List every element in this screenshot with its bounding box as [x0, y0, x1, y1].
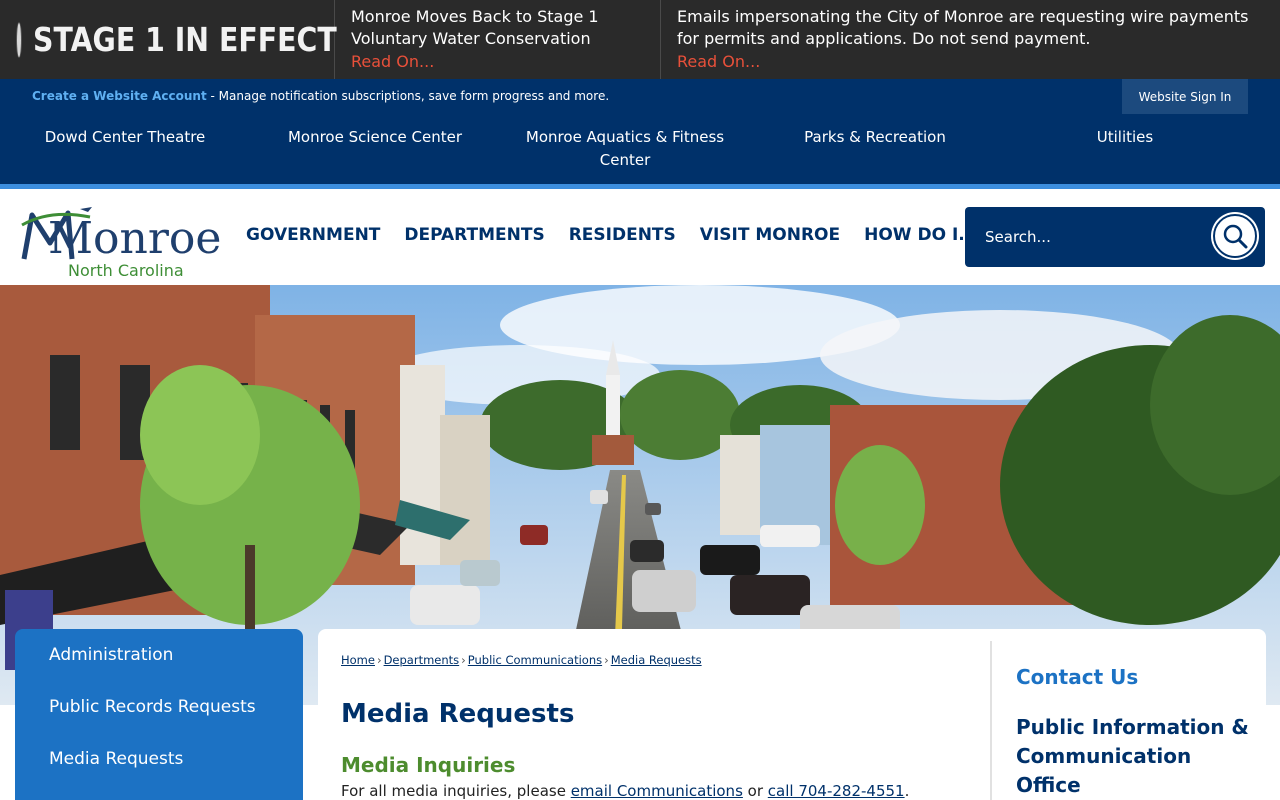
water-stage-alert[interactable]: STAGE 1 IN EFFECT — [0, 0, 337, 79]
body-suffix: . — [904, 782, 910, 800]
account-bar: Create a Website Account - Manage notifi… — [0, 79, 1280, 114]
side-nav-media-requests[interactable]: Media Requests — [15, 747, 303, 772]
stage-label: STAGE 1 IN EFFECT — [33, 20, 337, 59]
logo-wordmark: Monroe — [48, 213, 222, 264]
breadcrumb-home[interactable]: Home — [341, 653, 375, 667]
nav-visit-monroe[interactable]: VISIT MONROE — [688, 225, 852, 245]
contact-us-heading: Contact Us — [1016, 665, 1139, 689]
main-nav: GOVERNMENT DEPARTMENTS RESIDENTS VISIT M… — [234, 225, 990, 245]
breadcrumb: Home › Departments › Public Communications › M… — [341, 653, 702, 667]
side-nav: Administration Public Records Requests M… — [15, 629, 303, 800]
breadcrumb-separator: › — [461, 653, 466, 667]
breadcrumb-departments[interactable]: Departments — [384, 653, 460, 667]
monroe-logo[interactable]: Monroe North Carolina — [20, 199, 222, 280]
side-nav-administration[interactable]: Administration — [15, 643, 303, 668]
search-box — [965, 207, 1265, 267]
quick-link-aquatics[interactable]: Monroe Aquatics & Fitness Center — [500, 114, 750, 184]
search-icon — [1223, 224, 1248, 249]
side-nav-public-records[interactable]: Public Records Requests — [15, 695, 303, 720]
quick-link-science-center[interactable]: Monroe Science Center — [250, 114, 500, 184]
nav-government[interactable]: GOVERNMENT — [234, 225, 392, 245]
breadcrumb-public-communications[interactable]: Public Communications — [468, 653, 602, 667]
email-communications-link[interactable]: email Communications — [571, 782, 743, 800]
search-input[interactable] — [965, 207, 1205, 267]
alert-read-on-link[interactable]: Read On... — [351, 51, 644, 73]
nav-departments[interactable]: DEPARTMENTS — [392, 225, 556, 245]
office-name: Public Information & Communication Offic… — [1016, 715, 1249, 797]
website-sign-in-button[interactable]: Website Sign In — [1122, 79, 1248, 114]
page-title: Media Requests — [341, 699, 575, 729]
account-description: - Manage notification subscriptions, sav… — [206, 89, 610, 103]
breadcrumb-separator: › — [376, 653, 382, 667]
call-phone-link[interactable]: call 704-282-4551 — [768, 782, 905, 800]
alert-bar: STAGE 1 IN EFFECT Monroe Moves Back to S… — [0, 0, 1280, 79]
quick-link-utilities[interactable]: Utilities — [1000, 114, 1250, 184]
body-middle: or — [742, 782, 768, 800]
section-title: Media Inquiries — [341, 753, 516, 777]
account-message: Create a Website Account - Manage notifi… — [32, 89, 609, 103]
alert-text: Monroe Moves Back to Stage 1 Voluntary W… — [351, 7, 599, 48]
quick-links-bar: Dowd Center Theatre Monroe Science Cente… — [0, 114, 1280, 184]
alert-read-on-link[interactable]: Read On... — [677, 51, 1264, 73]
nav-residents[interactable]: RESIDENTS — [557, 225, 688, 245]
breadcrumb-media-requests[interactable]: Media Requests — [611, 653, 702, 667]
red-light-icon — [17, 22, 21, 57]
media-inquiries-text: For all media inquiries, please email Co… — [341, 782, 909, 800]
logo-subtitle: North Carolina — [68, 261, 184, 280]
body-prefix: For all media inquiries, please — [341, 782, 571, 800]
content-panel: Home › Departments › Public Communications › M… — [318, 629, 1266, 800]
quick-link-dowd-center[interactable]: Dowd Center Theatre — [0, 114, 250, 184]
alert-item-water: Monroe Moves Back to Stage 1 Voluntary W… — [335, 0, 661, 79]
contact-column: Contact Us Public Information & Communic… — [990, 641, 1250, 800]
search-button[interactable] — [1213, 214, 1257, 258]
alert-item-scam: Emails impersonating the City of Monroe … — [661, 0, 1280, 79]
create-account-link[interactable]: Create a Website Account — [32, 89, 207, 103]
alert-text: Emails impersonating the City of Monroe … — [677, 7, 1249, 48]
quick-link-parks[interactable]: Parks & Recreation — [750, 114, 1000, 184]
breadcrumb-separator: › — [604, 653, 609, 667]
site-header: Monroe North Carolina GOVERNMENT DEPARTM… — [0, 189, 1280, 285]
